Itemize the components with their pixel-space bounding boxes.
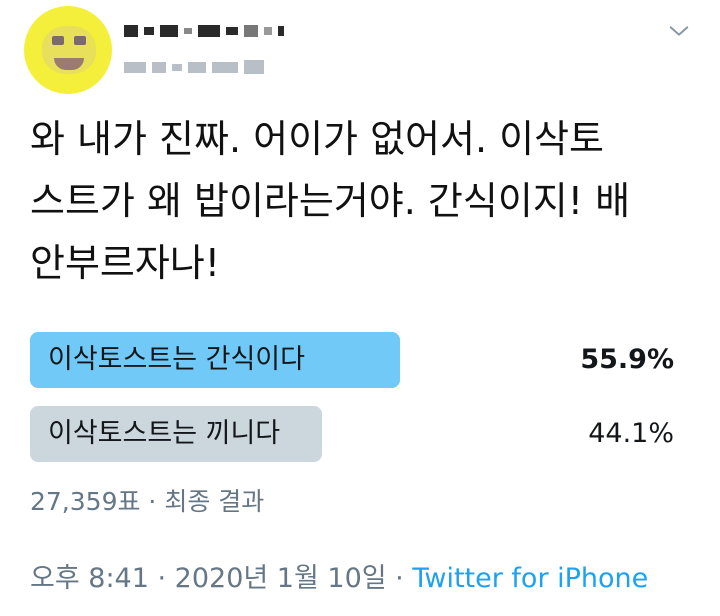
chevron-down-icon[interactable] (668, 20, 690, 42)
tweet-date[interactable]: 2020년 1월 10일 (175, 563, 387, 594)
poll-option-percent: 44.1% (588, 418, 674, 449)
meta-separator: · (148, 563, 175, 594)
meta-separator: · (386, 563, 413, 594)
tweet-time[interactable]: 오후 8:41 (30, 563, 149, 594)
poll-option-2[interactable]: 이삭토스트는 끼니다 44.1% (30, 406, 680, 462)
poll: 이삭토스트는 간식이다 55.9% 이삭토스트는 끼니다 44.1% (30, 332, 680, 480)
tweet-text: 와 내가 진짜. 어이가 없어서. 이삭토 스트가 왜 밥이라는거야. 간식이지… (30, 117, 631, 285)
poll-option-label: 이삭토스트는 끼니다 (48, 418, 281, 449)
poll-option-1[interactable]: 이삭토스트는 간식이다 55.9% (30, 332, 680, 388)
poll-option-percent: 55.9% (580, 344, 674, 375)
poll-summary: 27,359표 · 최종 결과 (30, 487, 265, 516)
handle-redacted[interactable] (124, 54, 264, 80)
avatar[interactable] (24, 6, 112, 94)
tweet-meta: 오후 8:41 · 2020년 1월 10일 · Twitter for iPh… (30, 556, 648, 595)
poll-option-label: 이삭토스트는 간식이다 (48, 344, 305, 375)
avatar-eye-right (74, 36, 86, 45)
tweet-source-link[interactable]: Twitter for iPhone (412, 563, 648, 594)
avatar-eye-left (52, 36, 64, 45)
display-name-redacted[interactable] (124, 16, 284, 46)
